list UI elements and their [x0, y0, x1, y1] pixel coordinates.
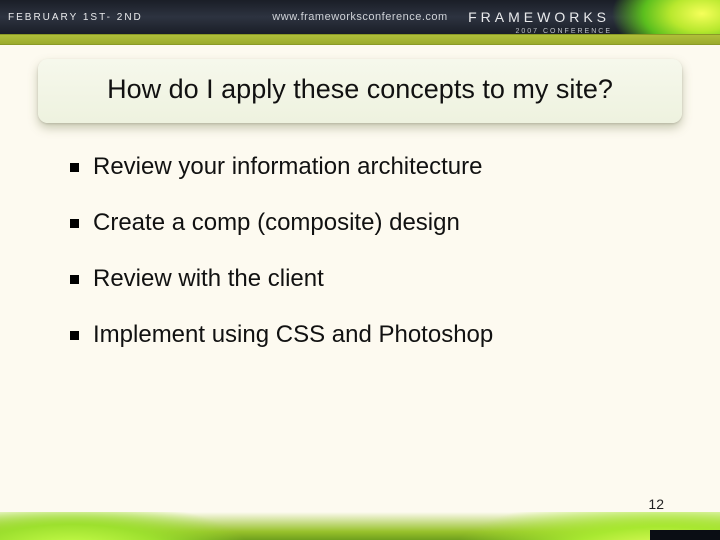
bullet-text: Implement using CSS and Photoshop: [93, 321, 493, 349]
header-logo-main: FRAMEWORKS: [468, 9, 610, 25]
bullet-icon: [70, 163, 79, 172]
bullet-item: Create a comp (composite) design: [70, 209, 660, 237]
footer-decoration: [0, 512, 720, 540]
bullet-text: Create a comp (composite) design: [93, 209, 460, 237]
bullet-item: Review your information architecture: [70, 153, 660, 181]
header-date: FEBRUARY 1ST- 2ND: [0, 12, 143, 23]
bullet-item: Review with the client: [70, 265, 660, 293]
header-url: www.frameworksconference.com: [272, 11, 447, 23]
header-divider: [0, 34, 720, 45]
bullet-text: Review your information architecture: [93, 153, 483, 181]
bullet-icon: [70, 219, 79, 228]
bullet-list: Review your information architecture Cre…: [70, 153, 660, 349]
bullet-icon: [70, 275, 79, 284]
header-swoosh-decoration: [600, 0, 720, 34]
bullet-item: Implement using CSS and Photoshop: [70, 321, 660, 349]
header-logo: FRAMEWORKS 2007 CONFERENCE: [468, 9, 610, 25]
bullet-icon: [70, 331, 79, 340]
page-number: 12: [648, 496, 664, 512]
slide-header: FEBRUARY 1ST- 2ND www.frameworksconferen…: [0, 0, 720, 34]
header-logo-sub: 2007 CONFERENCE: [515, 28, 612, 35]
slide-title: How do I apply these concepts to my site…: [58, 73, 662, 107]
bullet-text: Review with the client: [93, 265, 324, 293]
footer-corner: [650, 530, 720, 540]
title-card: How do I apply these concepts to my site…: [38, 59, 682, 123]
